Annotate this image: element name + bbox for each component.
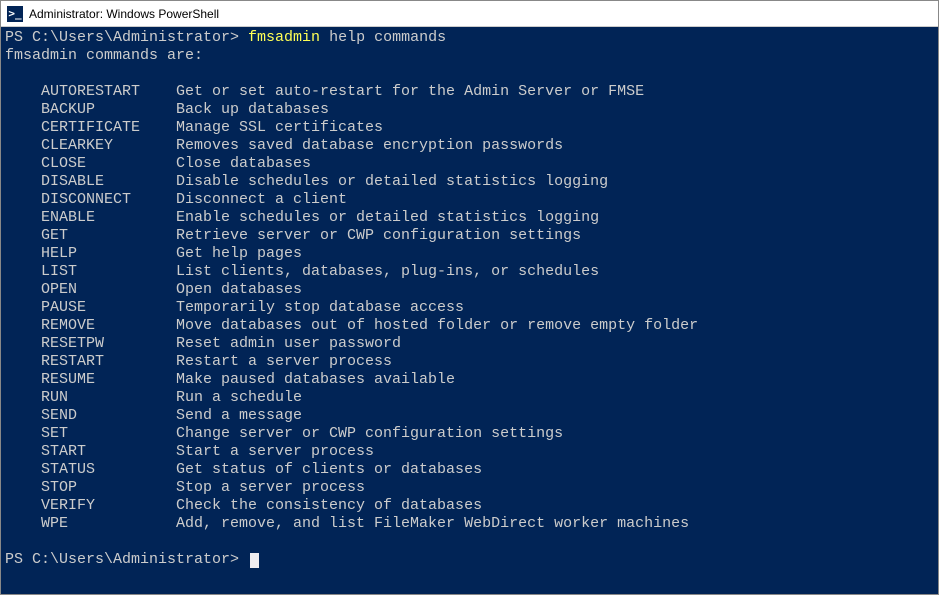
command-row: CERTIFICATEManage SSL certificates [5,119,934,137]
command-name: CLEARKEY [41,137,176,155]
command-row: SETChange server or CWP configuration se… [5,425,934,443]
command-desc: Get status of clients or databases [176,461,482,478]
command-row: STOPStop a server process [5,479,934,497]
command-name: AUTORESTART [41,83,176,101]
command-desc: Send a message [176,407,302,424]
window-title: Administrator: Windows PowerShell [29,7,219,21]
command-desc: Get or set auto-restart for the Admin Se… [176,83,644,100]
command-row: RESETPWReset admin user password [5,335,934,353]
command-name: OPEN [41,281,176,299]
command-name: CERTIFICATE [41,119,176,137]
command-desc: Temporarily stop database access [176,299,464,316]
command-name: LIST [41,263,176,281]
command-desc: Run a schedule [176,389,302,406]
command-desc: Close databases [176,155,311,172]
command-row: BACKUPBack up databases [5,101,934,119]
command-desc: Removes saved database encryption passwo… [176,137,563,154]
command-name: VERIFY [41,497,176,515]
command-name: CLOSE [41,155,176,173]
command-row: CLEARKEYRemoves saved database encryptio… [5,137,934,155]
command-desc: Reset admin user password [176,335,401,352]
prompt-prefix: PS C:\Users\Administrator> [5,551,248,568]
command-name: DISABLE [41,173,176,191]
powershell-window: >_ Administrator: Windows PowerShell PS … [0,0,939,595]
titlebar[interactable]: >_ Administrator: Windows PowerShell [1,1,938,27]
command-desc: Change server or CWP configuration setti… [176,425,563,442]
command-name: STATUS [41,461,176,479]
command-name: RESTART [41,353,176,371]
command-name: BACKUP [41,101,176,119]
command-desc: Retrieve server or CWP configuration set… [176,227,581,244]
command-desc: Move databases out of hosted folder or r… [176,317,698,334]
prompt-prefix: PS C:\Users\Administrator> [5,29,248,46]
command-name: RUN [41,389,176,407]
command-desc: Restart a server process [176,353,392,370]
command-name: STOP [41,479,176,497]
command-desc: Manage SSL certificates [176,119,383,136]
command-desc: Make paused databases available [176,371,455,388]
command-row: STATUSGet status of clients or databases [5,461,934,479]
command-desc: Get help pages [176,245,302,262]
command-name: SET [41,425,176,443]
powershell-icon: >_ [7,6,23,22]
command-row: ENABLEEnable schedules or detailed stati… [5,209,934,227]
command-name: ENABLE [41,209,176,227]
cursor [250,553,259,568]
command-desc: Disconnect a client [176,191,347,208]
command-name: REMOVE [41,317,176,335]
command-desc: Check the consistency of databases [176,497,482,514]
command-args: help commands [320,29,446,46]
command-name: HELP [41,245,176,263]
output-header: fmsadmin commands are: [5,47,934,65]
command-row: AUTORESTARTGet or set auto-restart for t… [5,83,934,101]
command-row: HELPGet help pages [5,245,934,263]
command-name: DISCONNECT [41,191,176,209]
command-desc: Enable schedules or detailed statistics … [176,209,599,226]
blank-line [5,65,934,83]
command-row: CLOSEClose databases [5,155,934,173]
blank-line [5,533,934,551]
command-row: LISTList clients, databases, plug-ins, o… [5,263,934,281]
command-desc: Back up databases [176,101,329,118]
command-row: GETRetrieve server or CWP configuration … [5,227,934,245]
command-desc: Disable schedules or detailed statistics… [176,173,608,190]
command-desc: Open databases [176,281,302,298]
command-desc: Add, remove, and list FileMaker WebDirec… [176,515,689,532]
command-row: PAUSETemporarily stop database access [5,299,934,317]
command-name: WPE [41,515,176,533]
command-row: STARTStart a server process [5,443,934,461]
command-name: SEND [41,407,176,425]
terminal-output[interactable]: PS C:\Users\Administrator> fmsadmin help… [1,27,938,594]
command-row: REMOVEMove databases out of hosted folde… [5,317,934,335]
command-name: START [41,443,176,461]
command-row: SENDSend a message [5,407,934,425]
command-desc: Stop a server process [176,479,365,496]
command-row: RUNRun a schedule [5,389,934,407]
command-name: GET [41,227,176,245]
command-desc: Start a server process [176,443,374,460]
prompt-line-2: PS C:\Users\Administrator> [5,551,934,569]
command-row: DISABLEDisable schedules or detailed sta… [5,173,934,191]
command-row: OPENOpen databases [5,281,934,299]
command-row: RESTARTRestart a server process [5,353,934,371]
command-name: RESETPW [41,335,176,353]
command-row: VERIFYCheck the consistency of databases [5,497,934,515]
command-exe: fmsadmin [248,29,320,46]
command-row: DISCONNECTDisconnect a client [5,191,934,209]
command-name: PAUSE [41,299,176,317]
prompt-line-1: PS C:\Users\Administrator> fmsadmin help… [5,29,934,47]
command-name: RESUME [41,371,176,389]
command-row: RESUMEMake paused databases available [5,371,934,389]
command-desc: List clients, databases, plug-ins, or sc… [176,263,599,280]
command-row: WPEAdd, remove, and list FileMaker WebDi… [5,515,934,533]
